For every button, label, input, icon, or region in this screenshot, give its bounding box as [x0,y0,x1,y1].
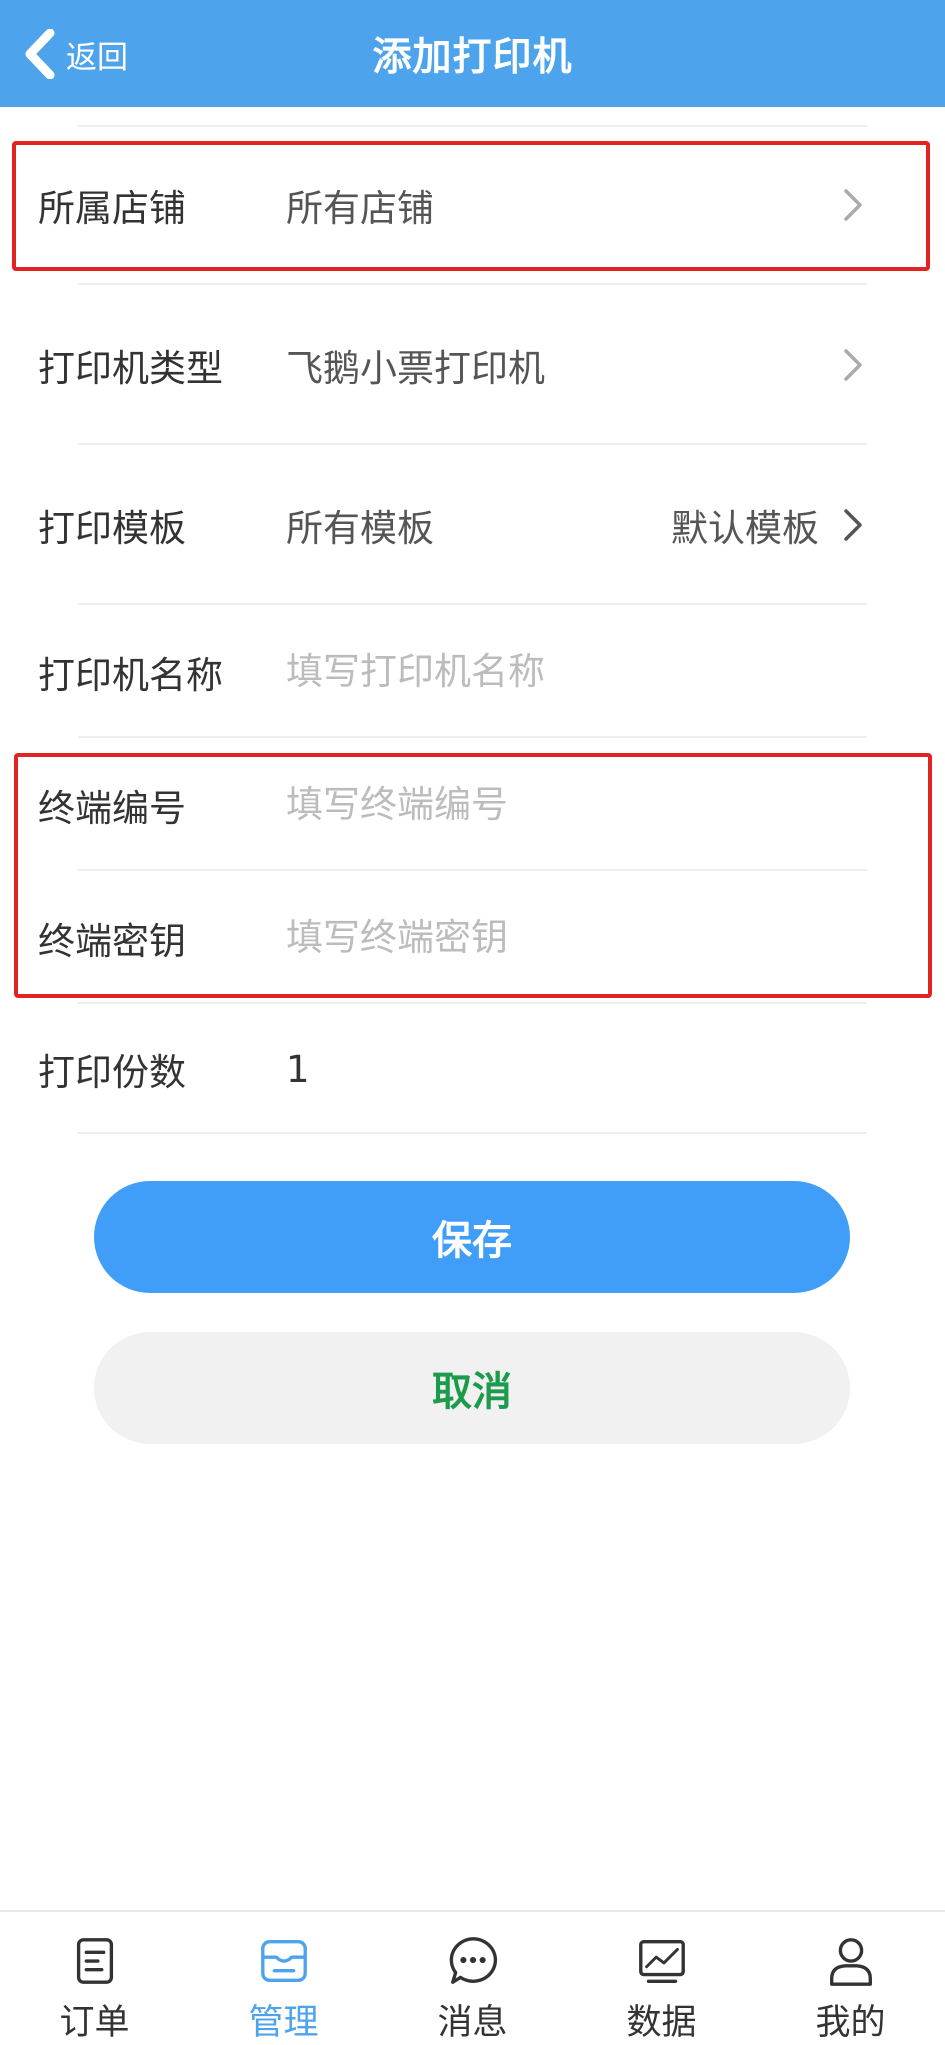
store-value: 所有店铺 [286,187,434,230]
printer-name-row: 打印机名称 [0,605,945,738]
back-button[interactable]: 返回 [22,26,128,82]
chevron-left-icon [25,29,55,79]
chevron-right-icon [844,349,862,381]
printer-type-label: 打印机类型 [38,347,223,390]
tab-profile[interactable]: 我的 [756,1912,945,2045]
copies-row: 打印份数 [0,1004,945,1134]
tab-label: 消息 [437,2003,508,2043]
terminal-no-row: 终端编号 [0,738,945,871]
manage-icon [260,1940,307,1982]
printer-type-value: 飞鹅小票打印机 [286,347,545,390]
copies-input[interactable] [286,1047,806,1091]
chevron-right-icon [844,189,862,221]
order-icon [76,1938,113,1984]
tab-data[interactable]: 数据 [567,1912,756,2045]
page-title: 添加打印机 [372,34,573,80]
tab-label: 管理 [248,2003,319,2043]
tab-orders[interactable]: 订单 [0,1912,189,2045]
bottom-tab-bar: 订单 管理 消息 数据 我的 [0,1910,945,2045]
tab-messages[interactable]: 消息 [378,1912,567,2045]
tab-label: 订单 [59,2003,130,2043]
terminal-no-label: 终端编号 [38,786,186,830]
printer-form: 所属店铺 所有店铺 打印机类型 飞鹅小票打印机 打印模板 所有模板 默认模板 打… [0,125,945,1134]
store-row[interactable]: 所属店铺 所有店铺 [0,125,945,285]
terminal-key-row: 终端密钥 [0,871,945,1004]
copies-label: 打印份数 [38,1051,186,1094]
save-button[interactable]: 保存 [94,1181,850,1293]
chevron-right-icon [844,509,862,541]
cancel-button[interactable]: 取消 [94,1332,850,1444]
terminal-key-label: 终端密钥 [38,919,186,963]
terminal-key-input[interactable] [286,916,806,959]
tab-label: 数据 [626,2003,697,2043]
terminal-no-input[interactable] [286,783,806,826]
header-bar: 返回 添加打印机 [0,0,945,107]
message-icon [449,1937,497,1984]
template-row[interactable]: 打印模板 所有模板 默认模板 [0,445,945,605]
back-label: 返回 [66,39,128,76]
app-screen: 返回 添加打印机 所属店铺 所有店铺 打印机类型 飞鹅小票打印机 打印模板 所有… [0,0,945,2045]
tab-label: 我的 [815,2003,886,2043]
template-selected: 默认模板 [671,507,819,550]
tab-manage[interactable]: 管理 [189,1912,378,2045]
profile-icon [829,1938,872,1986]
template-value: 所有模板 [286,507,434,550]
printer-name-input[interactable] [286,650,806,693]
printer-type-row[interactable]: 打印机类型 飞鹅小票打印机 [0,285,945,445]
template-label: 打印模板 [38,507,186,550]
store-label: 所属店铺 [38,187,186,230]
data-chart-icon [638,1940,685,1983]
printer-name-label: 打印机名称 [38,653,223,697]
